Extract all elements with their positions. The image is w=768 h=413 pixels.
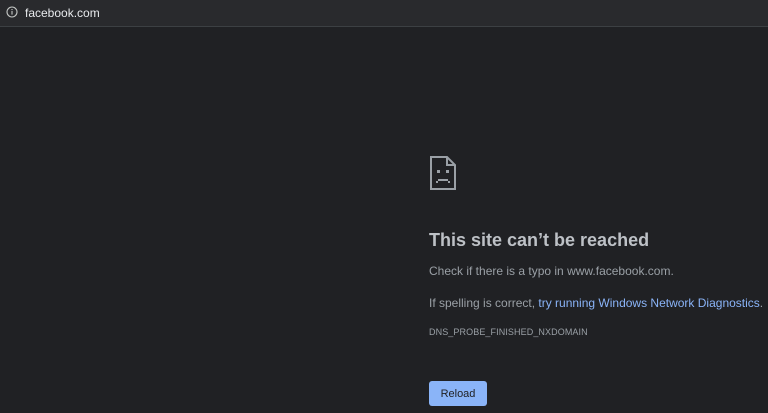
diagnostics-prefix: If spelling is correct, [429, 296, 539, 310]
omnibox[interactable]: facebook.com [0, 0, 768, 26]
diagnostics-suffix: . [759, 296, 764, 310]
error-code: DNS_PROBE_FINISHED_NXDOMAIN [429, 327, 588, 337]
sad-page-icon [430, 156, 456, 190]
url-text[interactable]: facebook.com [25, 6, 100, 20]
address-bar: facebook.com [0, 0, 768, 27]
info-icon[interactable] [6, 6, 18, 18]
error-title: This site can’t be reached [429, 230, 650, 250]
diagnostics-suggestion: If spelling is correct, try running Wind… [429, 296, 763, 310]
typo-suggestion: Check if there is a typo in www.facebook… [429, 264, 674, 278]
reload-button[interactable]: Reload [429, 381, 487, 406]
network-diagnostics-link[interactable]: try running Windows Network Diagnostics [538, 296, 759, 310]
